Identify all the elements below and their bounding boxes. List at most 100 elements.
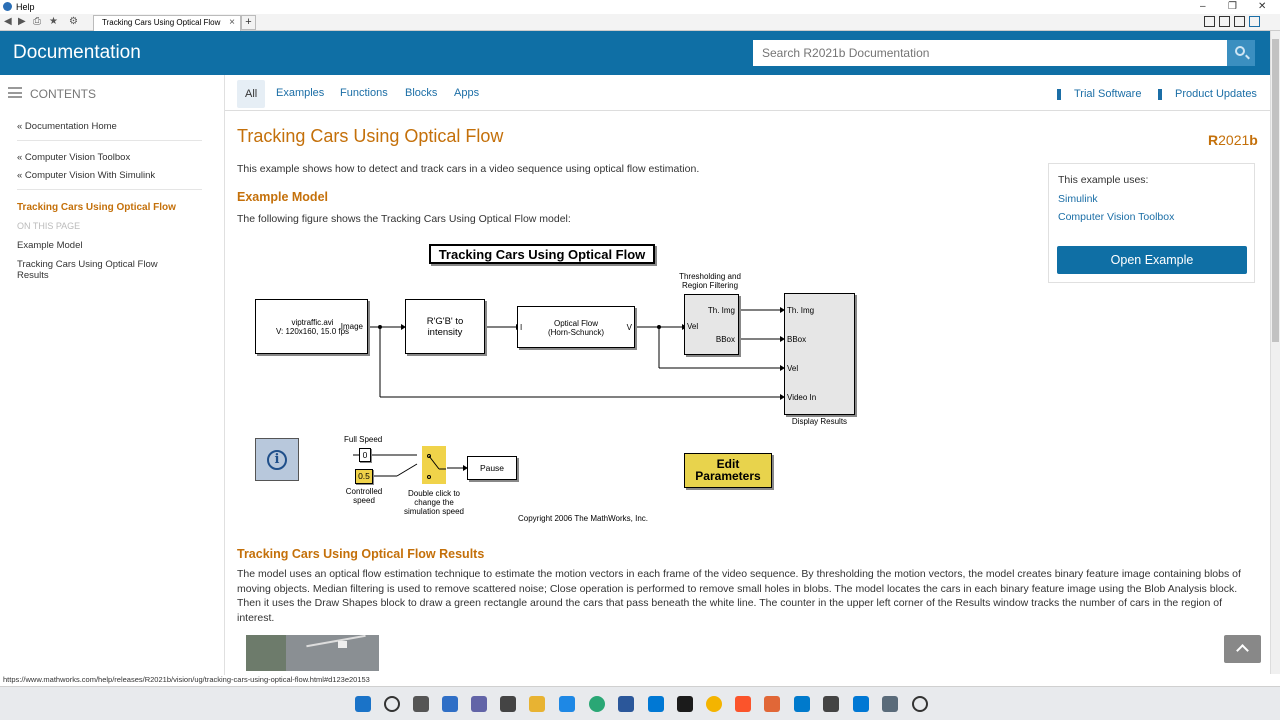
speed-switch-block[interactable]	[422, 446, 446, 484]
favorites-icon[interactable]: ★	[49, 16, 58, 27]
taskbar	[0, 686, 1280, 720]
app-icon[interactable]	[677, 696, 693, 712]
search-input[interactable]	[753, 40, 1227, 66]
sidebar-divider	[17, 140, 202, 141]
task-view-icon[interactable]	[413, 696, 429, 712]
app-icon[interactable]	[912, 696, 928, 712]
window-title: Help	[16, 2, 35, 12]
minimize-icon[interactable]: –	[1200, 1, 1206, 12]
trial-software-link[interactable]: Trial Software	[1074, 88, 1141, 100]
widgets-icon[interactable]	[442, 696, 458, 712]
tab-functions[interactable]: Functions	[340, 87, 388, 99]
layout-columns-icon[interactable]	[1219, 16, 1230, 27]
controlled-speed-line2: speed	[353, 496, 375, 505]
edit-parameters-block[interactable]: Edit Parameters	[684, 453, 772, 488]
search-button[interactable]	[1227, 40, 1255, 66]
sidebar-link-example-model[interactable]: Example Model	[17, 240, 82, 251]
switch-hint-line3: simulation speed	[403, 507, 465, 516]
tab-blocks[interactable]: Blocks	[405, 87, 437, 99]
display-port-vel: Vel	[787, 364, 799, 373]
video-source-block[interactable]: viptraffic.avi V: 120x160, 15.0 fps Imag…	[255, 299, 368, 354]
outlook-icon[interactable]	[853, 696, 869, 712]
info-block[interactable]: i	[255, 438, 299, 481]
new-tab-button[interactable]: +	[241, 15, 256, 30]
sidebar-link-documentation-home[interactable]: « Documentation Home	[17, 121, 117, 132]
mail-icon[interactable]	[559, 696, 575, 712]
sidebar-divider	[17, 189, 202, 190]
switch-hint-line2: change the	[414, 498, 454, 507]
optical-flow-out-port: V	[626, 323, 632, 332]
print-icon[interactable]: ⎙	[33, 16, 41, 27]
back-icon[interactable]: ◀	[4, 16, 12, 27]
section-example-model: Example Model	[237, 190, 328, 204]
status-bar: https://www.mathworks.com/help/releases/…	[0, 675, 1270, 686]
on-this-page-label: ON THIS PAGE	[17, 221, 81, 231]
title-bar: Help – ❐ ✕	[0, 0, 1280, 14]
switch-icon	[427, 454, 446, 479]
tab-close-icon[interactable]: ×	[229, 17, 235, 28]
photos-icon[interactable]	[882, 696, 898, 712]
tab-tracking-cars[interactable]: Tracking Cars Using Optical Flow ×	[93, 15, 241, 31]
open-example-button[interactable]: Open Example	[1057, 246, 1247, 274]
example-uses-heading: This example uses:	[1058, 174, 1149, 186]
documentation-brand[interactable]: Documentation	[13, 42, 141, 64]
doc-header: Documentation	[0, 31, 1270, 75]
computer-vision-toolbox-link[interactable]: Computer Vision Toolbox	[1058, 211, 1174, 223]
product-updates-link[interactable]: Product Updates	[1175, 88, 1257, 100]
chrome-icon[interactable]	[706, 696, 722, 712]
display-results-block[interactable]: Th. Img BBox Vel Video In	[784, 293, 855, 415]
layout-single-icon[interactable]	[1249, 16, 1260, 27]
rgb-to-intensity-block[interactable]: R'G'B' to intensity	[405, 299, 485, 354]
file-explorer-icon[interactable]	[529, 696, 545, 712]
optical-flow-block[interactable]: Optical Flow (Horn-Schunck) I V	[517, 306, 635, 348]
controlled-speed-constant[interactable]: 0.5	[355, 469, 373, 484]
app-icon[interactable]	[823, 696, 839, 712]
scrollbar-thumb[interactable]	[1272, 39, 1279, 342]
release-r: R	[1208, 132, 1219, 148]
rgb-to-intensity-line2: intensity	[427, 327, 463, 338]
forward-icon[interactable]: ▶	[18, 16, 26, 27]
example-uses-box: This example uses: Simulink Computer Vis…	[1048, 163, 1255, 283]
start-icon[interactable]	[355, 696, 371, 712]
pause-block[interactable]: Pause	[467, 456, 517, 480]
tab-examples[interactable]: Examples	[276, 87, 324, 99]
hamburger-icon[interactable]	[8, 87, 22, 98]
tab-apps[interactable]: Apps	[454, 87, 479, 99]
results-thumbnail	[246, 635, 379, 671]
controlled-speed-line1: Controlled	[345, 487, 383, 496]
thresholding-block[interactable]: Vel Th. Img BBox	[684, 294, 739, 355]
tab-all[interactable]: All	[237, 80, 266, 108]
optical-flow-line1: Optical Flow	[553, 319, 598, 328]
sidebar-link-computer-vision-toolbox[interactable]: « Computer Vision Toolbox	[17, 152, 130, 163]
edit-parameters-line2: Parameters	[695, 469, 761, 483]
contents-label[interactable]: CONTENTS	[30, 87, 96, 101]
section-results: Tracking Cars Using Optical Flow Results	[237, 547, 485, 561]
page-scrollbar[interactable]	[1270, 31, 1280, 674]
settings-icon[interactable]: ⚙	[69, 16, 78, 27]
display-port-video-in: Video In	[787, 393, 817, 402]
outlook-icon[interactable]	[648, 696, 664, 712]
sidebar-link-computer-vision-with-simulink[interactable]: « Computer Vision With Simulink	[17, 170, 155, 181]
teams-icon[interactable]	[471, 696, 487, 712]
sidebar-link-results-line1: Tracking Cars Using Optical Flow	[17, 259, 158, 270]
store-icon[interactable]	[500, 696, 516, 712]
layout-grid-icon[interactable]	[1204, 16, 1215, 27]
full-speed-constant[interactable]: 0	[359, 448, 371, 462]
search-taskbar-icon[interactable]	[384, 696, 400, 712]
word-icon[interactable]	[618, 696, 634, 712]
brave-icon[interactable]	[735, 696, 751, 712]
matlab-icon[interactable]	[764, 696, 780, 712]
maximize-icon[interactable]: ❐	[1228, 1, 1237, 12]
simulink-link[interactable]: Simulink	[1058, 193, 1098, 205]
sidebar-link-results[interactable]: Tracking Cars Using Optical Flow Results	[17, 259, 158, 281]
close-icon[interactable]: ✕	[1258, 1, 1266, 12]
rgb-to-intensity-line1: R'G'B' to	[426, 316, 464, 327]
thresholding-out-port-1: Th. Img	[707, 306, 735, 315]
vscode-icon[interactable]	[794, 696, 810, 712]
back-to-top-button[interactable]	[1224, 635, 1261, 663]
sidebar-link-results-line2: Results	[17, 270, 49, 281]
edge-icon[interactable]	[589, 696, 605, 712]
layout-rows-icon[interactable]	[1234, 16, 1245, 27]
download-icon	[1158, 89, 1166, 100]
sidebar-current-page: Tracking Cars Using Optical Flow	[17, 202, 176, 213]
